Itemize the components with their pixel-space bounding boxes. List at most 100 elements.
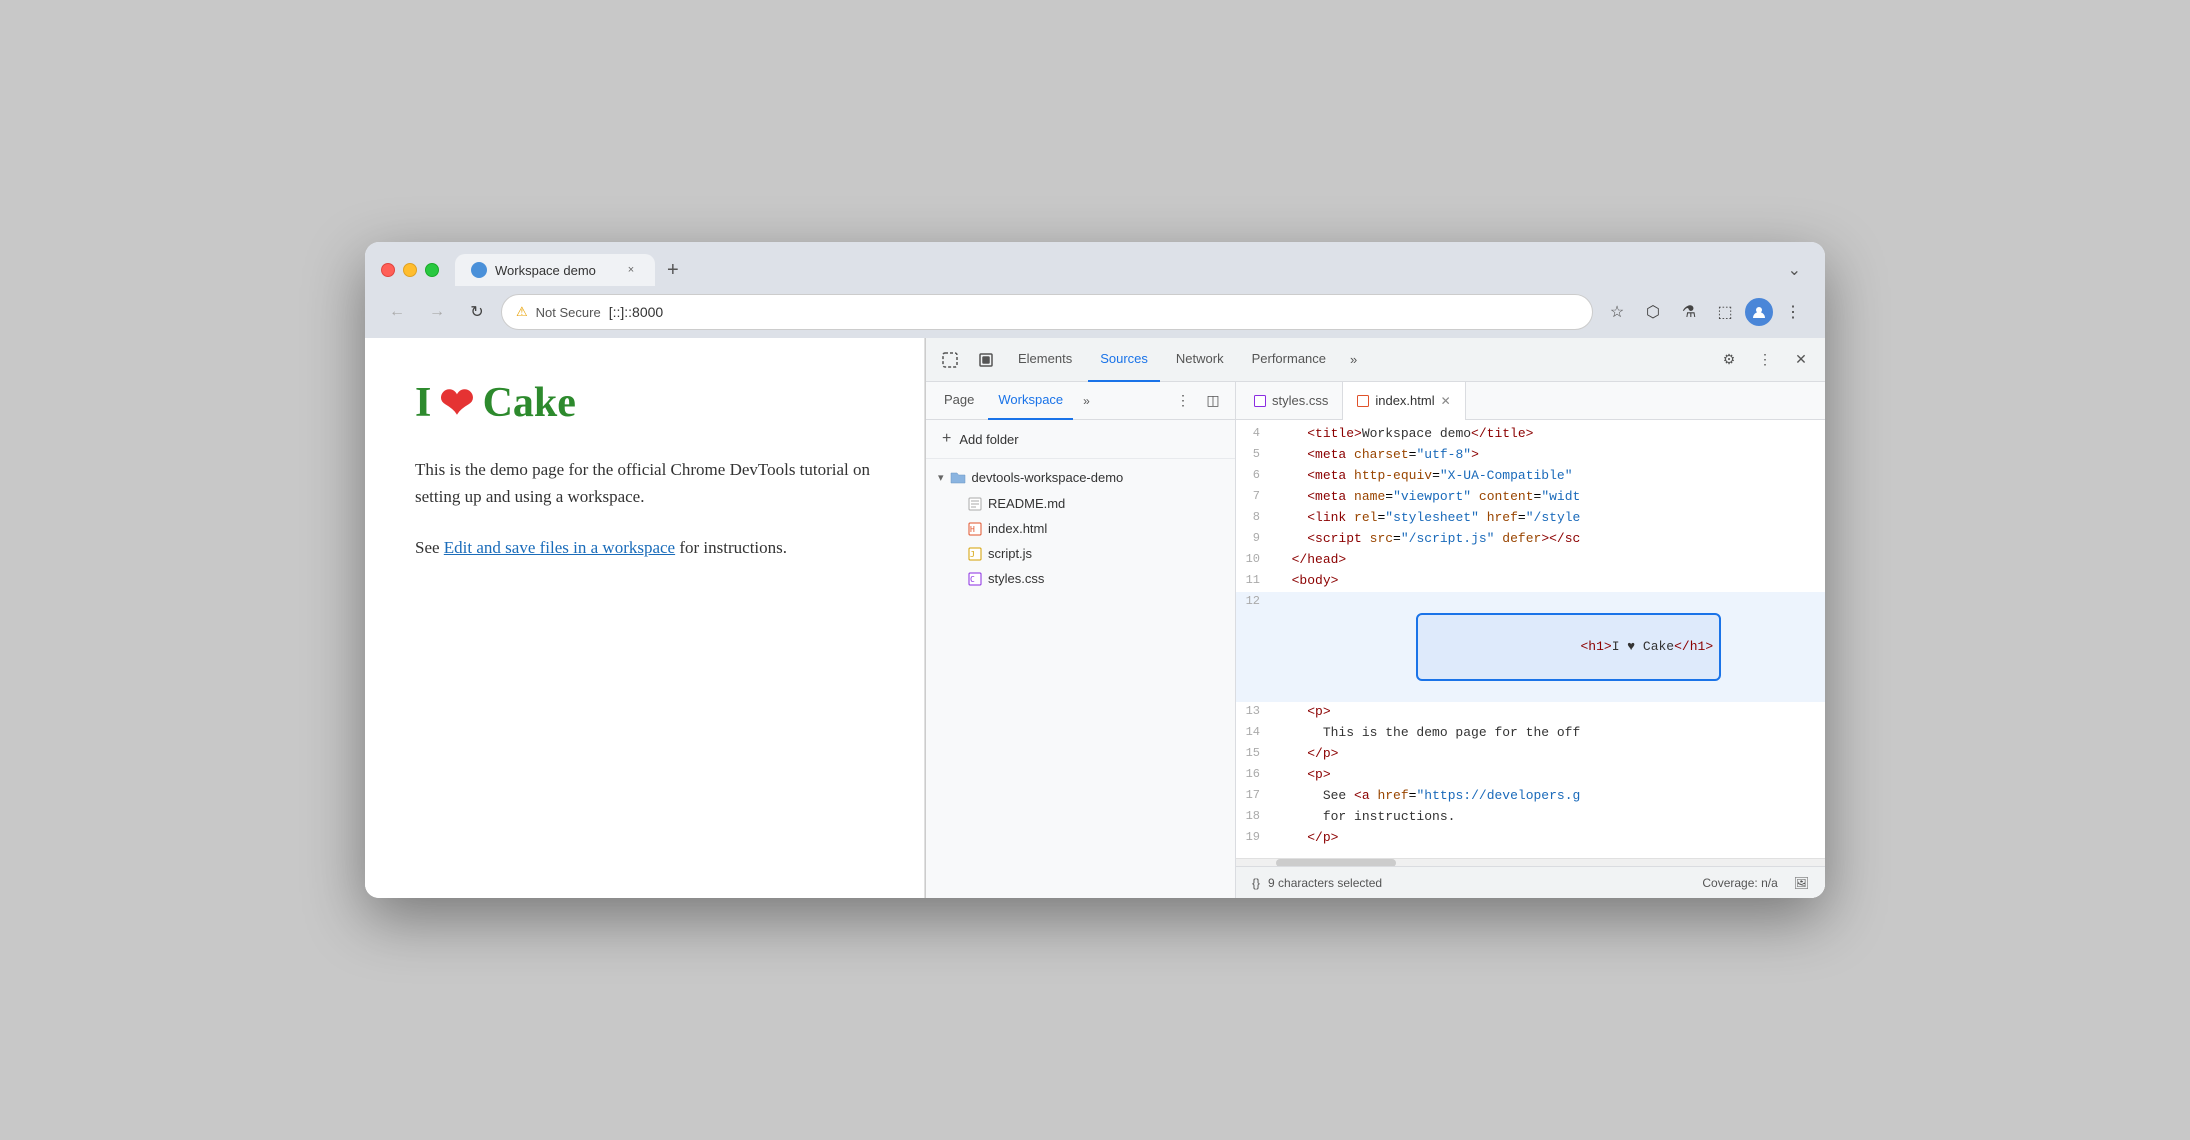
devtools-settings-button[interactable]: ⚙	[1713, 344, 1745, 376]
back-button[interactable]: ←	[381, 296, 413, 328]
sources-sidebar: Page Workspace » ⋮ ◫ + Add folder	[926, 382, 1236, 898]
status-left: {} 9 characters selected	[1252, 876, 1382, 890]
horizontal-scrollbar[interactable]	[1236, 858, 1825, 866]
maximize-traffic-light[interactable]	[425, 263, 439, 277]
code-line-11: 11 <body>	[1236, 571, 1825, 592]
script-js-filename: script.js	[988, 546, 1032, 561]
devtools-more-tabs[interactable]: »	[1342, 348, 1365, 371]
svg-text:J: J	[970, 550, 975, 559]
svg-text:H: H	[970, 525, 975, 534]
index-html-tab-icon	[1357, 395, 1369, 407]
devtools-panel: Elements Sources Network Performance » ⚙…	[925, 338, 1825, 898]
bookmark-button[interactable]: ☆	[1601, 296, 1633, 328]
nav-actions: ☆ ⬡ ⚗ ⬚ ⋮	[1601, 296, 1809, 328]
not-secure-label: Not Secure	[536, 305, 601, 320]
format-icon[interactable]: {}	[1252, 876, 1260, 890]
sources-workspace-tab[interactable]: Workspace	[988, 382, 1073, 420]
editor-tab-index-html[interactable]: index.html ✕	[1343, 382, 1465, 420]
editor-tab-close-button[interactable]: ✕	[1441, 394, 1451, 408]
code-line-7: 7 <meta name="viewport" content="widt	[1236, 487, 1825, 508]
devtools-inspect-icon[interactable]	[970, 344, 1002, 376]
devtools-cursor-icon[interactable]	[934, 344, 966, 376]
code-line-16: 16 <p>	[1236, 765, 1825, 786]
para2-prefix: See	[415, 538, 444, 557]
styles-css-tab-icon	[1254, 395, 1266, 407]
code-line-13: 13 <p>	[1236, 702, 1825, 723]
tab-bar: Workspace demo × +	[455, 254, 1770, 286]
code-line-6: 6 <meta http-equiv="X-UA-Compatible"	[1236, 466, 1825, 487]
heading-heart: ❤	[439, 378, 474, 428]
code-editor: styles.css index.html ✕	[1236, 382, 1825, 898]
profile-button[interactable]	[1745, 298, 1773, 326]
code-content[interactable]: 4 <title>Workspace demo</title> 5 <meta …	[1236, 420, 1825, 858]
tab-close-button[interactable]: ×	[623, 262, 639, 278]
code-line-17: 17 See <a href="https://developers.g	[1236, 786, 1825, 807]
workspace-folder[interactable]: ▾ devtools-workspace-demo	[926, 463, 1235, 491]
file-readme[interactable]: README.md	[926, 491, 1235, 516]
sources-menu-button[interactable]: ⋮	[1169, 387, 1197, 415]
nav-bar: ← → ↻ ⚠ Not Secure [::]::8000 ☆ ⬡ ⚗ ⬚ ⋮	[365, 286, 1825, 338]
status-bar: {} 9 characters selected Coverage: n/a 🖼	[1236, 866, 1825, 898]
code-line-8: 8 <link rel="stylesheet" href="/style	[1236, 508, 1825, 529]
devtools-menu-button[interactable]: ⋮	[1749, 344, 1781, 376]
index-html-filename: index.html	[988, 521, 1047, 536]
folder-icon	[950, 469, 966, 485]
tab-title: Workspace demo	[495, 263, 615, 278]
security-warning-icon: ⚠	[516, 304, 528, 320]
workspace-link[interactable]: Edit and save files in a workspace	[444, 538, 675, 557]
selection-text: 9 characters selected	[1268, 876, 1382, 890]
add-folder-button[interactable]: + Add folder	[926, 420, 1235, 459]
readme-file-icon	[968, 497, 982, 511]
screenshot-icon[interactable]: 🖼	[1794, 876, 1809, 890]
code-line-15: 15 </p>	[1236, 744, 1825, 765]
heading-cake: Cake	[483, 379, 576, 427]
svg-text:C: C	[970, 575, 975, 584]
devtools-tab-performance[interactable]: Performance	[1240, 338, 1338, 382]
forward-button[interactable]: →	[421, 296, 453, 328]
devtools-tab-elements[interactable]: Elements	[1006, 338, 1084, 382]
chrome-menu-button[interactable]: ⋮	[1777, 296, 1809, 328]
code-line-4: 4 <title>Workspace demo</title>	[1236, 424, 1825, 445]
index-html-tab-label: index.html	[1375, 393, 1434, 408]
extension-button[interactable]: ⬡	[1637, 296, 1669, 328]
folder-arrow: ▾	[938, 471, 944, 484]
css-file-icon: C	[968, 572, 982, 586]
file-script-js[interactable]: J script.js	[926, 541, 1235, 566]
browser-tab[interactable]: Workspace demo ×	[455, 254, 655, 286]
page-area: I ❤ Cake This is the demo page for the o…	[365, 338, 925, 898]
readme-filename: README.md	[988, 496, 1065, 511]
sources-sidebar-button[interactable]: ◫	[1199, 387, 1227, 415]
file-index-html[interactable]: H index.html	[926, 516, 1235, 541]
devtools-tab-network[interactable]: Network	[1164, 338, 1236, 382]
url-text: [::]::8000	[609, 304, 1578, 320]
editor-tabs: styles.css index.html ✕	[1236, 382, 1825, 420]
refresh-button[interactable]: ↻	[461, 296, 493, 328]
html-file-icon: H	[968, 522, 982, 536]
code-line-18: 18 for instructions.	[1236, 807, 1825, 828]
minimize-traffic-light[interactable]	[403, 263, 417, 277]
file-styles-css[interactable]: C styles.css	[926, 566, 1235, 591]
new-tab-button[interactable]: +	[655, 255, 691, 286]
main-content: I ❤ Cake This is the demo page for the o…	[365, 338, 1825, 898]
folder-name: devtools-workspace-demo	[972, 470, 1124, 485]
js-file-icon: J	[968, 547, 982, 561]
editor-tab-styles-css[interactable]: styles.css	[1240, 382, 1343, 420]
page-paragraph-2: See Edit and save files in a workspace f…	[415, 534, 874, 561]
devtools-toolbar-right: ⚙ ⋮ ✕	[1713, 344, 1817, 376]
sources-more-tabs[interactable]: »	[1077, 392, 1096, 410]
tab-dropdown-button[interactable]: ⌄	[1780, 256, 1809, 284]
styles-css-filename: styles.css	[988, 571, 1044, 586]
labs-button[interactable]: ⚗	[1673, 296, 1705, 328]
devtools-tab-sources[interactable]: Sources	[1088, 338, 1160, 382]
address-bar[interactable]: ⚠ Not Secure [::]::8000	[501, 294, 1593, 330]
close-traffic-light[interactable]	[381, 263, 395, 277]
page-paragraph-1: This is the demo page for the official C…	[415, 456, 874, 510]
devtools-close-button[interactable]: ✕	[1785, 344, 1817, 376]
devtools-body: Page Workspace » ⋮ ◫ + Add folder	[926, 382, 1825, 898]
file-tree: ▾ devtools-workspace-demo	[926, 459, 1235, 898]
sidebar-toggle-button[interactable]: ⬚	[1709, 296, 1741, 328]
add-folder-label: Add folder	[959, 432, 1018, 447]
sources-page-tab[interactable]: Page	[934, 382, 984, 420]
code-line-5: 5 <meta charset="utf-8">	[1236, 445, 1825, 466]
add-icon: +	[942, 430, 951, 448]
